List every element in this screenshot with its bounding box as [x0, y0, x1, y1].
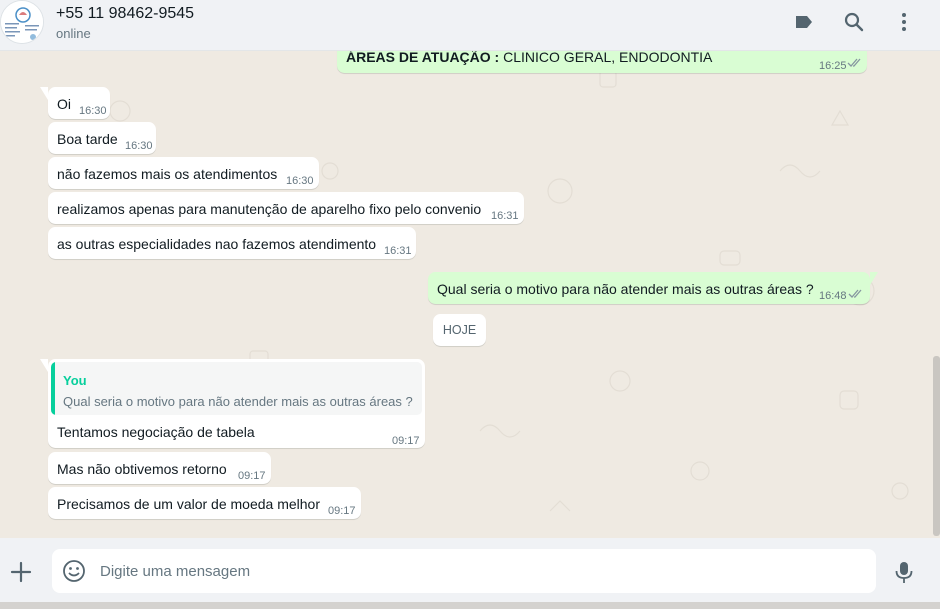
message-text: Qual seria o motivo para não atender mai…: [437, 281, 814, 297]
chat-panel[interactable]: ÁREAS DE ATUAÇÃO : CLINICO GERAL, ENDODO…: [0, 51, 940, 538]
contact-status: online: [56, 26, 91, 41]
message-time: 16:30: [286, 175, 314, 187]
message-text: Tentamos negociação de tabela: [57, 424, 255, 440]
message-incoming[interactable]: Oi 16:30: [40, 87, 110, 119]
label-icon[interactable]: [792, 10, 816, 34]
read-ticks-icon: [847, 58, 861, 67]
message-incoming[interactable]: realizamos apenas para manutenção de apa…: [48, 192, 524, 224]
quote-author: You: [63, 373, 87, 388]
message-text: não fazemos mais os atendimentos: [57, 166, 278, 182]
message-incoming[interactable]: as outras especialidades nao fazemos ate…: [48, 227, 416, 259]
date-divider: HOJE: [433, 314, 486, 346]
message-text: Mas não obtivemos retorno: [57, 461, 227, 477]
read-ticks-icon: [848, 289, 862, 298]
emoji-icon[interactable]: [61, 558, 87, 584]
chat-header: +55 11 98462-9545 online: [0, 0, 940, 51]
mic-icon[interactable]: [891, 559, 917, 585]
message-time: 16:25: [819, 60, 847, 72]
message-incoming[interactable]: Precisamos de um valor de moeda melhor 0…: [48, 487, 361, 519]
message-time: 16:30: [79, 105, 107, 117]
message-input[interactable]: [100, 549, 860, 593]
chat-scrollbar[interactable]: [933, 356, 940, 536]
bubble-tail: [40, 87, 48, 100]
composer-bar: [0, 538, 940, 609]
message-text: Oi: [57, 96, 71, 112]
bubble-tail: [870, 272, 878, 285]
message-text: Boa tarde: [57, 131, 118, 147]
bubble-tail: [40, 359, 48, 372]
message-text: Precisamos de um valor de moeda melhor: [57, 496, 321, 512]
message-input-box[interactable]: [52, 549, 876, 593]
message-time: 16:48: [819, 290, 847, 302]
menu-icon[interactable]: [892, 10, 916, 34]
message-text: CLINICO GERAL, ENDODONTIA: [499, 51, 713, 65]
message-time: 09:17: [238, 470, 266, 482]
search-icon[interactable]: [842, 10, 866, 34]
contact-avatar[interactable]: [0, 0, 44, 44]
window-bottom-edge: [0, 602, 940, 609]
message-time: 16:31: [384, 245, 412, 257]
quote-text: Qual seria o motivo para não atender mai…: [63, 394, 413, 409]
quote-accent-bar: [51, 362, 55, 415]
message-outgoing[interactable]: ÁREAS DE ATUAÇÃO : CLINICO GERAL, ENDODO…: [337, 51, 867, 73]
message-incoming[interactable]: Mas não obtivemos retorno 09:17: [48, 452, 271, 484]
message-time: 09:17: [328, 505, 356, 517]
message-incoming[interactable]: não fazemos mais os atendimentos 16:30: [48, 157, 319, 189]
message-text: realizamos apenas para manutenção de apa…: [57, 201, 482, 217]
message-bold-text: ÁREAS DE ATUAÇÃO :: [346, 51, 500, 65]
message-outgoing[interactable]: Qual seria o motivo para não atender mai…: [428, 272, 878, 304]
message-time: 16:31: [491, 210, 519, 222]
quoted-message[interactable]: You Qual seria o motivo para não atender…: [51, 362, 422, 415]
message-time: 09:17: [392, 435, 420, 447]
message-time: 16:30: [125, 140, 153, 152]
message-text: as outras especialidades nao fazemos ate…: [57, 236, 377, 252]
contact-name[interactable]: +55 11 98462-9545: [56, 5, 194, 23]
message-incoming-reply[interactable]: You Qual seria o motivo para não atender…: [40, 359, 425, 448]
message-incoming[interactable]: Boa tarde 16:30: [48, 122, 156, 154]
plus-icon[interactable]: [8, 559, 34, 585]
